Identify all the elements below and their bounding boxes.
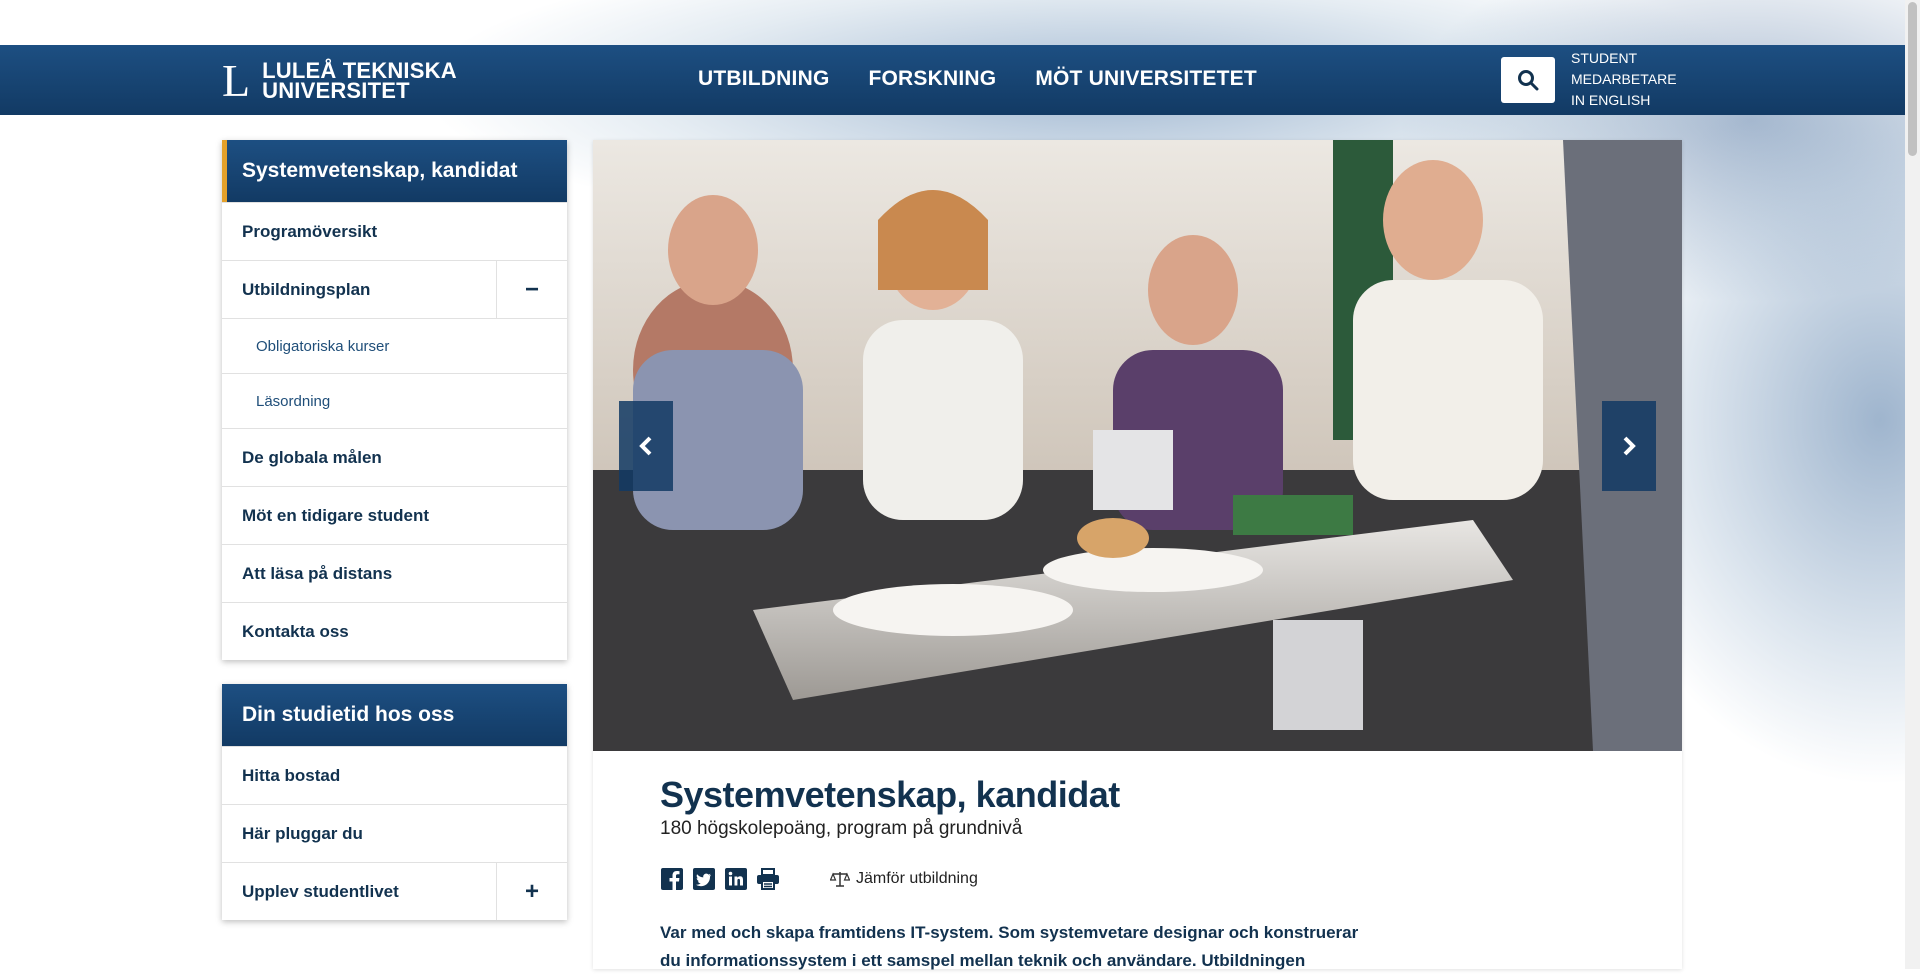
sidebar-item-label: Kontakta oss (242, 621, 349, 641)
scrollbar-thumb[interactable] (1908, 2, 1917, 156)
sidebar-item-distans[interactable]: Att läsa på distans (222, 544, 567, 602)
sidebar-subitem-lasordning[interactable]: Läsordning (222, 373, 567, 428)
sidebar-item-label: Möt en tidigare student (242, 505, 429, 525)
sidebar-item-label: Upplev studentlivet (242, 881, 399, 901)
hero-carousel (593, 140, 1682, 751)
linkedin-icon (725, 868, 747, 890)
link-in-english[interactable]: IN ENGLISH (1571, 92, 1677, 109)
twitter-share-button[interactable] (692, 867, 716, 891)
sidebar-item-label: Här pluggar du (242, 823, 363, 843)
logo-line-2: UNIVERSITET (262, 78, 410, 103)
sidebar-item-label: Läsordning (256, 392, 331, 410)
page-scrollbar[interactable] (1905, 0, 1920, 969)
logo-mark: L (222, 55, 251, 106)
sidebar-item-label: Utbildningsplan (242, 279, 371, 299)
sidebar-item-globala-malen[interactable]: De globala målen (222, 428, 567, 486)
compare-label: Jämför utbildning (856, 870, 978, 887)
carousel-next-button[interactable] (1602, 401, 1656, 491)
sidebar-item-label: Att läsa på distans (242, 563, 393, 583)
logo-text: LULEÅ TEKNISKA UNIVERSITET (262, 60, 457, 103)
compare-education-link[interactable]: Jämför utbildning (828, 867, 978, 891)
university-logo[interactable]: L LULEÅ TEKNISKA UNIVERSITET (222, 55, 457, 106)
chevron-left-icon (639, 436, 652, 456)
search-icon (1518, 70, 1539, 91)
carousel-prev-button[interactable] (619, 401, 673, 491)
sidebar-item-label: De globala målen (242, 447, 382, 467)
utility-links: STUDENT MEDARBETARE IN ENGLISH (1571, 50, 1677, 109)
collapse-toggle-button[interactable]: − (496, 261, 567, 318)
nav-utbildning[interactable]: UTBILDNING (698, 67, 830, 91)
intro-text: Var med och skapa framtidens IT-system. … (660, 923, 1359, 970)
sidebar-item-utbildningsplan[interactable]: Utbildningsplan − (222, 260, 567, 318)
main-nav: UTBILDNING FORSKNING MÖT UNIVERSITETET (698, 67, 1257, 91)
link-medarbetare[interactable]: MEDARBETARE (1571, 71, 1677, 88)
page-subtitle: 180 högskolepoäng, program på grundnivå (660, 818, 1023, 839)
nav-forskning[interactable]: FORSKNING (869, 67, 997, 91)
sidebar-subitem-obligatoriska-kurser[interactable]: Obligatoriska kurser (222, 318, 567, 373)
twitter-icon (693, 868, 715, 890)
top-navigation-bar: L LULEÅ TEKNISKA UNIVERSITET UTBILDNING … (0, 45, 1905, 115)
hero-photo (593, 140, 1682, 751)
search-button[interactable] (1501, 57, 1555, 103)
sidebar2-item-upplev-studentlivet[interactable]: Upplev studentlivet + (222, 862, 567, 920)
linkedin-share-button[interactable] (724, 867, 748, 891)
print-icon (757, 868, 779, 890)
sidebar-item-label: Hitta bostad (242, 765, 341, 785)
sidebar-item-label: Obligatoriska kurser (256, 337, 390, 355)
sidebar2-item-har-pluggar-du[interactable]: Här pluggar du (222, 804, 567, 862)
sidebar2-title[interactable]: Din studietid hos oss (222, 684, 567, 746)
program-sidebar: Systemvetenskap, kandidat Programöversik… (222, 140, 567, 660)
sidebar-item-programoversikt[interactable]: Programöversikt (222, 202, 567, 260)
facebook-share-button[interactable] (660, 867, 684, 891)
scales-icon (830, 872, 850, 887)
nav-mot-universitetet[interactable]: MÖT UNIVERSITETET (1035, 67, 1257, 91)
sidebar-item-tidigare-student[interactable]: Möt en tidigare student (222, 486, 567, 544)
scales-icon-wrap (828, 867, 852, 891)
sidebar-item-label: Programöversikt (242, 221, 378, 241)
share-toolbar: Jämför utbildning (660, 867, 978, 891)
facebook-icon (661, 868, 683, 890)
link-student[interactable]: STUDENT (1571, 50, 1677, 67)
sidebar-item-kontakta-oss[interactable]: Kontakta oss (222, 602, 567, 660)
print-button[interactable] (756, 867, 780, 891)
sidebar2-item-hitta-bostad[interactable]: Hitta bostad (222, 746, 567, 804)
page-title: Systemvetenskap, kandidat (660, 774, 1120, 815)
main-content: Systemvetenskap, kandidat 180 högskolepo… (593, 140, 1682, 970)
sidebar-title[interactable]: Systemvetenskap, kandidat (222, 140, 567, 202)
chevron-right-icon (1623, 436, 1636, 456)
expand-toggle-button[interactable]: + (496, 863, 567, 920)
study-time-sidebar: Din studietid hos oss Hitta bostad Här p… (222, 684, 567, 920)
